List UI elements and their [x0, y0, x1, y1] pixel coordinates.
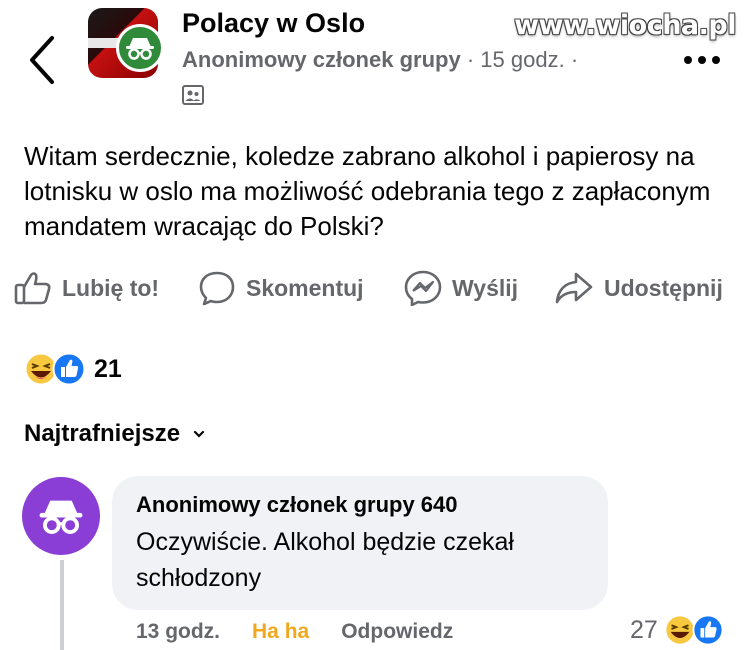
comment-time[interactable]: 13 godz. — [136, 620, 220, 644]
comment-author[interactable]: Anonimowy członek grupy 640 — [136, 492, 458, 518]
comment-bubble[interactable]: Anonimowy członek grupy 640 Oczywiście. … — [112, 476, 608, 610]
comment-reaction-button[interactable]: Ha ha — [252, 620, 309, 644]
privacy-group-icon — [182, 84, 204, 106]
reactions-summary[interactable]: 21 — [24, 352, 122, 386]
incognito-icon — [126, 38, 154, 60]
more-options-button[interactable] — [684, 50, 724, 70]
comment-button[interactable]: Skomentuj — [198, 270, 364, 306]
like-reaction-icon — [52, 352, 86, 386]
meta-separator-2: · — [570, 47, 579, 72]
group-name[interactable]: Polacy w Oslo — [182, 8, 365, 39]
back-button[interactable] — [22, 32, 62, 88]
sort-label: Najtrafniejsze — [24, 420, 181, 447]
share-label: Udostępnij — [604, 274, 723, 301]
comment-reaction-count: 27 — [630, 615, 658, 644]
comment-label: Skomentuj — [246, 274, 364, 301]
comments-sort-dropdown[interactable]: Najtrafniejsze — [24, 420, 206, 448]
comment-reactions[interactable]: 27 — [630, 614, 724, 646]
commenter-avatar[interactable] — [22, 477, 100, 555]
like-label: Lubię to! — [62, 274, 160, 301]
comment-reply-button[interactable]: Odpowiedz — [341, 620, 453, 644]
post-time[interactable]: 15 godz. — [480, 47, 564, 72]
like-button[interactable]: Lubię to! — [14, 270, 159, 306]
send-button[interactable]: Wyślij — [404, 270, 518, 306]
incognito-icon — [39, 500, 83, 535]
share-icon — [555, 272, 593, 304]
like-icon — [14, 272, 51, 305]
share-button[interactable]: Udostępnij — [554, 270, 723, 306]
comment-footer: 13 godz. Ha ha Odpowiedz — [136, 620, 453, 644]
like-reaction-icon — [692, 614, 724, 646]
more-icon-dot — [698, 56, 706, 64]
back-chevron-icon — [30, 36, 54, 84]
chevron-down-icon — [193, 430, 205, 438]
comment-icon — [199, 271, 235, 306]
thread-line — [60, 560, 64, 650]
messenger-icon — [404, 270, 442, 306]
comment-text: Oczywiście. Alkohol będzie czekał schłod… — [136, 528, 514, 592]
author-avatar[interactable] — [116, 24, 164, 72]
post-action-bar: Lubię to! Skomentuj Wyślij Udostępnij — [14, 270, 744, 316]
post-author[interactable]: Anonimowy członek grupy — [182, 47, 461, 72]
post-meta: Anonimowy członek grupy · 15 godz. · — [182, 47, 578, 73]
more-icon — [684, 56, 692, 64]
reactions-count: 21 — [94, 354, 122, 383]
watermark: www.wiocha.pl — [514, 10, 736, 41]
more-icon-dot — [712, 56, 720, 64]
meta-separator: · — [466, 47, 475, 72]
post-text: Witam serdecznie, koledze zabrano alkoho… — [24, 141, 711, 241]
send-label: Wyślij — [452, 274, 519, 301]
